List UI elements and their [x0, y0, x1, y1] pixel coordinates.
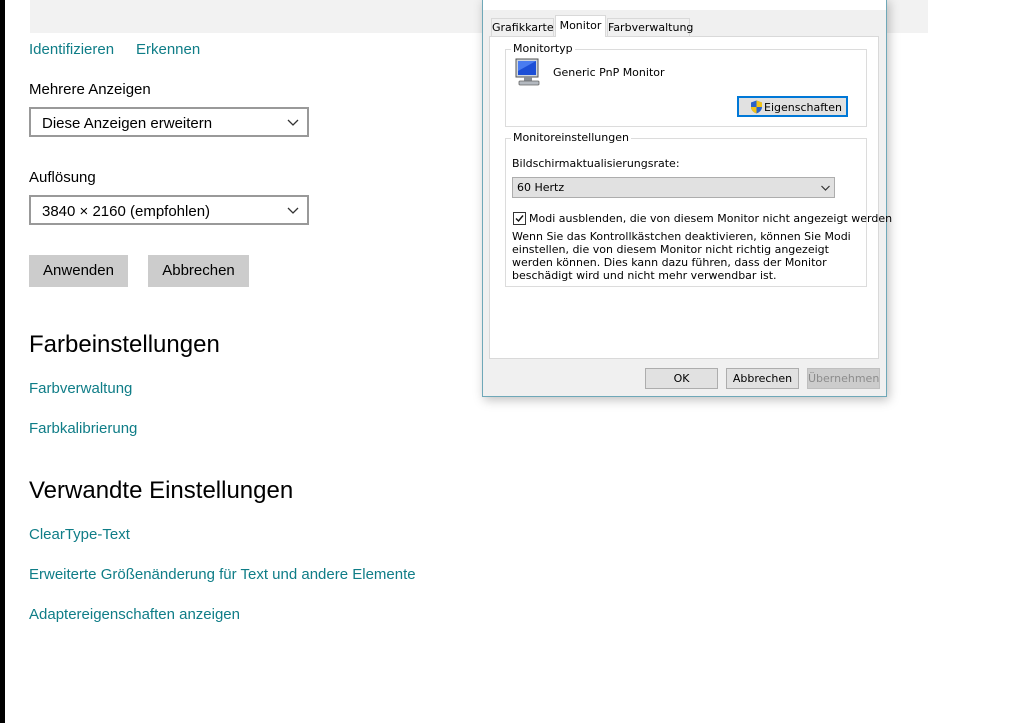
- color-calibration-link[interactable]: Farbkalibrierung: [29, 420, 137, 437]
- ok-button[interactable]: OK: [645, 368, 718, 389]
- refresh-rate-select[interactable]: 60 Hertz: [512, 177, 835, 198]
- checkmark-icon: [515, 215, 524, 223]
- apply-button[interactable]: Anwenden: [29, 255, 128, 287]
- tab-grafikkarte[interactable]: Grafikkarte: [491, 18, 554, 36]
- refresh-rate-label: Bildschirmaktualisierungsrate:: [512, 157, 680, 170]
- hide-modes-label[interactable]: Modi ausblenden, die von diesem Monitor …: [529, 212, 892, 225]
- cleartype-link[interactable]: ClearType-Text: [29, 526, 130, 543]
- refresh-rate-value: 60 Hertz: [517, 181, 565, 194]
- properties-button-label: Eigenschaften: [764, 101, 842, 114]
- cancel-button[interactable]: Abbrechen: [148, 255, 249, 287]
- resolution-label: Auflösung: [29, 169, 96, 186]
- identify-link[interactable]: Identifizieren: [29, 41, 114, 58]
- multiple-displays-value: Diese Anzeigen erweitern: [42, 115, 213, 132]
- hide-modes-checkbox[interactable]: [513, 212, 526, 225]
- resolution-select[interactable]: 3840 × 2160 (empfohlen): [29, 195, 309, 225]
- uac-shield-icon: [751, 100, 762, 114]
- advanced-sizing-link[interactable]: Erweiterte Größenänderung für Text und a…: [29, 566, 416, 583]
- monitor-type-group-title: Monitortyp: [511, 42, 575, 55]
- multiple-displays-select[interactable]: Diese Anzeigen erweitern: [29, 107, 309, 137]
- resolution-value: 3840 × 2160 (empfohlen): [42, 203, 211, 220]
- detect-link[interactable]: Erkennen: [136, 41, 200, 58]
- chevron-down-icon: [821, 185, 830, 191]
- color-settings-heading: Farbeinstellungen: [29, 331, 220, 358]
- warning-text: Wenn Sie das Kontrollkästchen deaktivier…: [512, 230, 851, 282]
- tab-monitor[interactable]: Monitor: [555, 15, 606, 37]
- adapter-properties-link[interactable]: Adaptereigenschaften anzeigen: [29, 606, 240, 623]
- monitor-settings-group-title: Monitoreinstellungen: [511, 131, 631, 144]
- dialog-titlebar[interactable]: [483, 0, 886, 10]
- dialog-cancel-button[interactable]: Abbrechen: [726, 368, 799, 389]
- tab-panel-monitor: Monitortyp Generic PnP Monitor Eigenscha…: [489, 36, 892, 359]
- monitor-name: Generic PnP Monitor: [553, 66, 665, 79]
- chevron-down-icon: [287, 119, 299, 126]
- properties-button[interactable]: Eigenschaften: [737, 96, 848, 117]
- monitor-icon: [515, 58, 540, 86]
- chevron-down-icon: [287, 207, 299, 214]
- related-settings-heading: Verwandte Einstellungen: [29, 477, 294, 504]
- multiple-displays-label: Mehrere Anzeigen: [29, 81, 151, 98]
- dialog-apply-button: Übernehmen: [807, 368, 880, 389]
- monitor-properties-dialog: Grafikkarte Monitor Farbverwaltung Monit…: [482, 0, 892, 397]
- tab-farbverwaltung[interactable]: Farbverwaltung: [607, 18, 693, 36]
- window-edge: [0, 0, 5, 723]
- color-management-link[interactable]: Farbverwaltung: [29, 380, 132, 397]
